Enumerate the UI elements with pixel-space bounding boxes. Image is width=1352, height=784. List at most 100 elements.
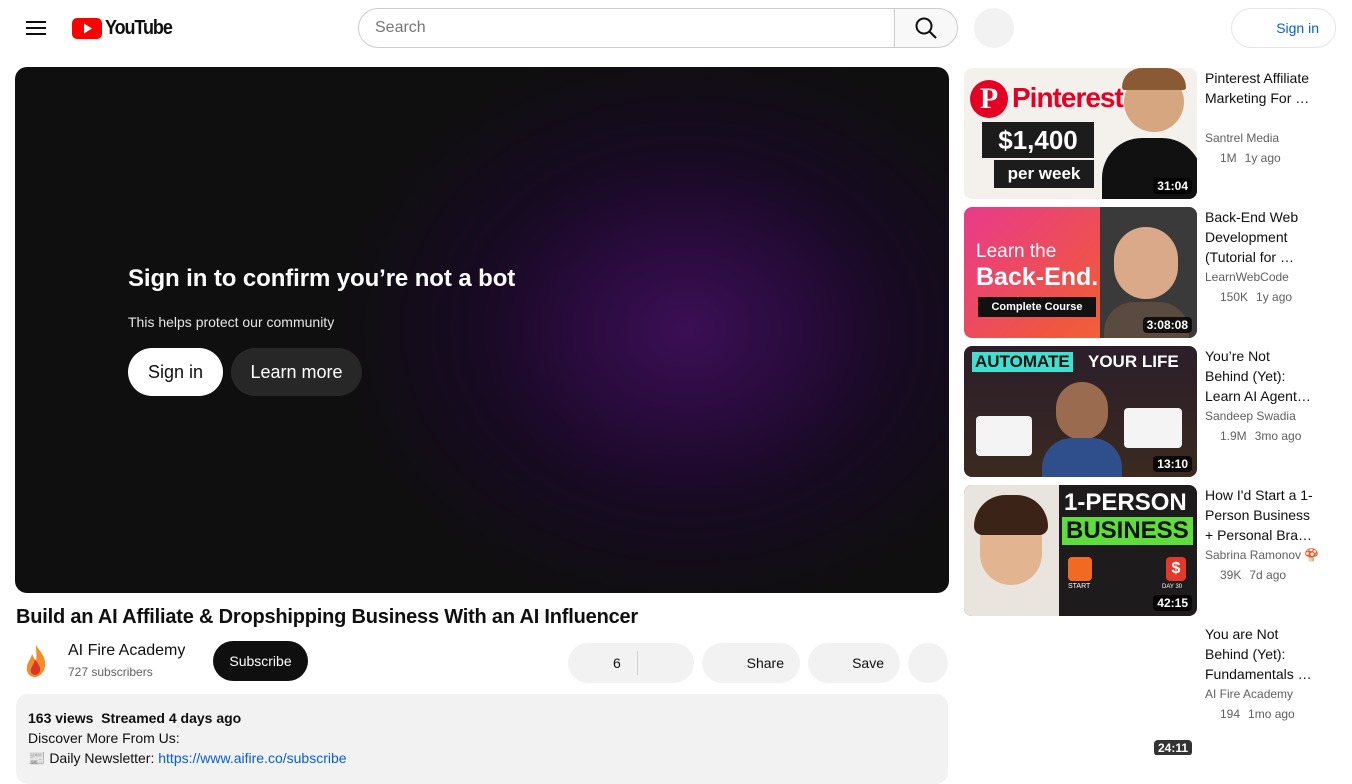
- thumb-text: 1-PERSON: [1064, 489, 1187, 516]
- recommendation-channel[interactable]: Sandeep Swadia: [1205, 409, 1296, 423]
- rec-age: 1y ago: [1244, 151, 1281, 165]
- player-sign-in-button[interactable]: Sign in: [128, 348, 223, 396]
- search-button[interactable]: [894, 8, 958, 48]
- newsletter-label: 📰 Daily Newsletter:: [28, 750, 159, 766]
- view-count: 163 views: [28, 710, 94, 726]
- subscriber-count: 727 subscribers: [68, 665, 153, 679]
- recommendation-title[interactable]: How I'd Start a 1-Person Business + Pers…: [1205, 485, 1315, 545]
- video-duration: 42:15: [1153, 595, 1192, 611]
- start-badge: [1068, 557, 1092, 581]
- thumb-text: per week: [994, 160, 1094, 188]
- thumbnail[interactable]: P Pinterest $1,400 per week 31:04: [964, 68, 1197, 199]
- menu-button[interactable]: [16, 8, 56, 48]
- save-button[interactable]: Save: [808, 643, 900, 683]
- thumbnail[interactable]: 24:11: [964, 624, 1197, 755]
- rec-age: 3mo ago: [1254, 429, 1302, 443]
- thumb-text: AUTOMATE: [972, 352, 1073, 372]
- rec-views: 39K: [1220, 568, 1242, 582]
- thumb-text: BUSINESS: [1062, 517, 1193, 545]
- channel-avatar[interactable]: [16, 641, 56, 681]
- search-icon: [915, 17, 937, 39]
- thumb-text: Back-End.: [976, 263, 1099, 291]
- recommendation-meta: 194 1mo ago: [1220, 707, 1303, 721]
- video-duration: 24:11: [1153, 740, 1192, 755]
- like-dislike-group[interactable]: 6: [568, 643, 694, 683]
- fire-logo-icon: [16, 641, 56, 681]
- like-divider: [637, 651, 638, 675]
- video-duration: 31:04: [1153, 178, 1192, 194]
- thumb-text: START: [1068, 583, 1091, 590]
- thumb-text: Complete Course: [978, 297, 1096, 317]
- recommendation-title[interactable]: You’re Not Behind (Yet): Learn AI Agent…: [1205, 346, 1315, 406]
- sign-in-label: Sign in: [1276, 20, 1319, 36]
- person-shirt: [1042, 438, 1122, 477]
- description-line: Discover More From Us:: [28, 730, 180, 746]
- dashboard-card: [976, 416, 1032, 456]
- publish-date: Streamed 4 days ago: [101, 710, 242, 726]
- thumb-text: YOUR LIFE: [1088, 352, 1179, 371]
- video-duration: 3:08:08: [1142, 317, 1192, 333]
- thumbnail[interactable]: Learn the Back-End. Complete Course 3:08…: [964, 207, 1197, 338]
- thumb-text: Pinterest: [1012, 82, 1124, 113]
- person-face: [1114, 227, 1178, 299]
- sign-in-button[interactable]: Sign in: [1231, 8, 1336, 48]
- learn-more-button[interactable]: Learn more: [231, 348, 362, 396]
- video-player[interactable]: Sign in to confirm you’re not a bot This…: [15, 67, 949, 593]
- youtube-logo[interactable]: YouTube: [72, 16, 179, 40]
- rec-views: 194: [1220, 707, 1241, 721]
- bot-check-subtitle: This helps protect our community: [128, 314, 335, 330]
- description-line: 📰 Daily Newsletter: https://www.aifire.c…: [28, 748, 936, 768]
- recommendation-item[interactable]: 1-PERSON BUSINESS START $ DAY 30 42:15 H…: [964, 485, 1344, 616]
- person-hair: [1122, 68, 1186, 90]
- dollar-icon: $: [1166, 557, 1186, 581]
- save-label: Save: [852, 655, 884, 671]
- recommendation-channel[interactable]: LearnWebCode: [1205, 270, 1289, 284]
- recommendation-title[interactable]: Pinterest Affiliate Marketing For …: [1205, 68, 1315, 128]
- subscribe-button[interactable]: Subscribe: [213, 641, 308, 681]
- thumbnail[interactable]: AUTOMATE YOUR LIFE 13:10: [964, 346, 1197, 477]
- masthead: YouTube Sign in: [0, 0, 1352, 56]
- voice-search-button[interactable]: [974, 8, 1014, 48]
- recommendation-channel[interactable]: AI Fire Academy: [1205, 687, 1293, 701]
- recommendation-item[interactable]: 24:11 You are Not Behind (Yet): Fundamen…: [964, 624, 1344, 755]
- recommendation-meta: 1M 1y ago: [1220, 151, 1289, 165]
- more-actions-button[interactable]: [908, 643, 948, 683]
- search-input[interactable]: [358, 8, 895, 48]
- newsletter-link[interactable]: https://www.aifire.co/subscribe: [158, 750, 346, 766]
- recommendation-item[interactable]: P Pinterest $1,400 per week 31:04 Pinter…: [964, 68, 1344, 199]
- recommendation-meta: 39K 7d ago: [1220, 568, 1294, 582]
- description-meta: 163 views Streamed 4 days ago: [28, 708, 936, 728]
- recommendation-item[interactable]: AUTOMATE YOUR LIFE 13:10 You’re Not Behi…: [964, 346, 1344, 477]
- recommendation-channel[interactable]: Santrel Media: [1205, 131, 1279, 145]
- bot-check-title: Sign in to confirm you’re not a bot: [128, 265, 516, 292]
- thumb-text: $1,400: [982, 122, 1094, 158]
- share-button[interactable]: Share: [702, 643, 800, 683]
- logo-text: YouTube: [105, 16, 173, 39]
- thumbnail[interactable]: 1-PERSON BUSINESS START $ DAY 30 42:15: [964, 485, 1197, 616]
- recommendation-title[interactable]: Back-End Web Development (Tutorial for …: [1205, 207, 1315, 267]
- channel-name[interactable]: AI Fire Academy: [68, 642, 185, 660]
- rec-views: 1M: [1220, 151, 1237, 165]
- description-box[interactable]: 163 views Streamed 4 days ago Discover M…: [16, 694, 948, 784]
- pinterest-logo-icon: P: [970, 80, 1008, 118]
- video-duration: 13:10: [1153, 456, 1192, 472]
- share-label: Share: [746, 655, 784, 671]
- like-count: 6: [613, 655, 621, 671]
- person-face: [1056, 382, 1108, 440]
- youtube-play-icon: [72, 17, 102, 39]
- rec-age: 7d ago: [1249, 568, 1287, 582]
- recommendation-meta: 150K 1y ago: [1220, 290, 1300, 304]
- rec-views: 1.9M: [1220, 429, 1247, 443]
- video-title: Build an AI Affiliate & Dropshipping Bus…: [16, 606, 639, 628]
- hamburger-icon: [26, 21, 46, 35]
- rec-age: 1y ago: [1256, 290, 1293, 304]
- dashboard-card: [1124, 408, 1182, 448]
- rec-views: 150K: [1220, 290, 1249, 304]
- rec-age: 1mo ago: [1248, 707, 1295, 721]
- recommendation-title[interactable]: You are Not Behind (Yet): Fundamentals …: [1205, 624, 1315, 684]
- recommendation-meta: 1.9M 3mo ago: [1220, 429, 1309, 443]
- thumb-text: Learn the: [976, 241, 1057, 262]
- recommendation-item[interactable]: Learn the Back-End. Complete Course 3:08…: [964, 207, 1344, 338]
- recommendation-channel[interactable]: Sabrina Ramonov 🍄: [1205, 548, 1319, 562]
- thumb-text: DAY 30: [1162, 584, 1183, 590]
